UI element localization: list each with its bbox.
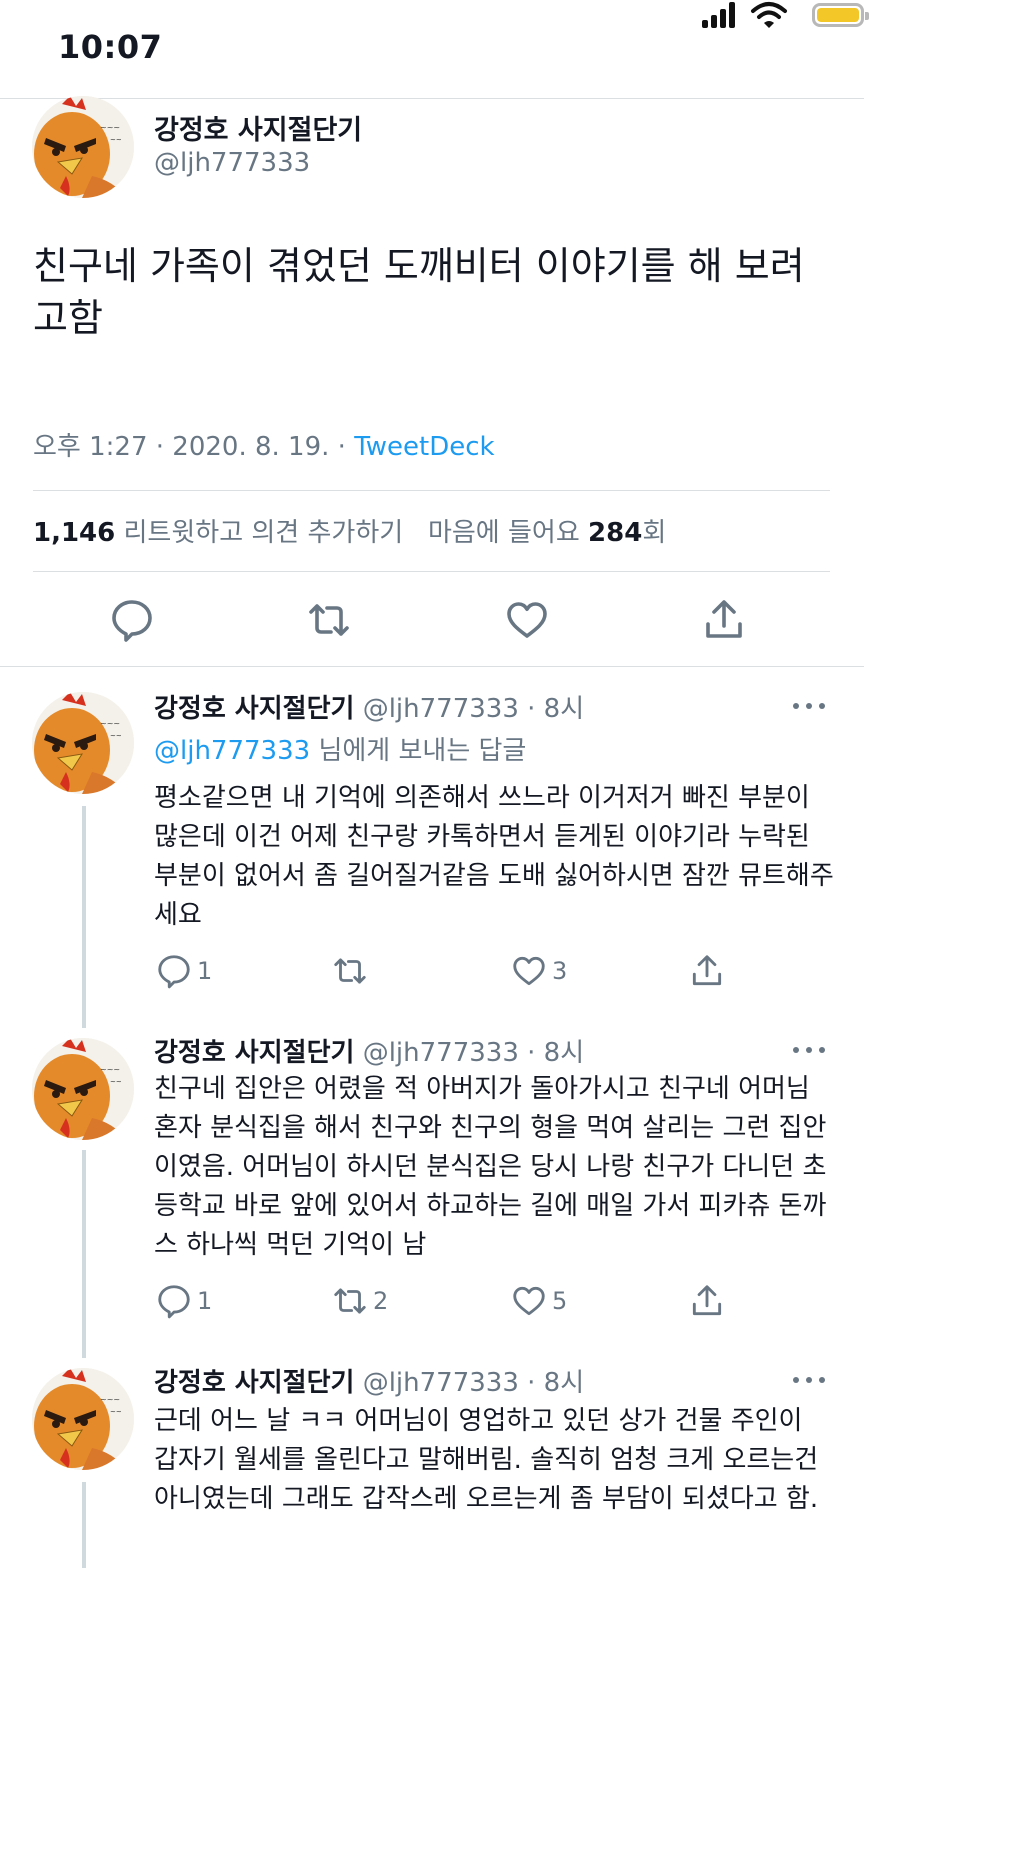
reply-icon[interactable] (155, 952, 193, 990)
retweet-action[interactable] (331, 951, 373, 991)
reply-header: 강정호 사지절단기 @ljh777333 · 8시 (154, 688, 584, 725)
like-icon[interactable] (510, 952, 548, 990)
like-count: 3 (552, 957, 568, 985)
reply-time[interactable]: 8시 (544, 1368, 584, 1398)
like-count: 5 (552, 1287, 568, 1315)
reply-display-name[interactable]: 강정호 사지절단기 (154, 1368, 354, 1398)
replying-to-handle[interactable]: @ljh777333 (154, 736, 310, 766)
like-action[interactable]: 5 (510, 1281, 567, 1321)
reply-icon[interactable] (155, 1282, 193, 1320)
reply-handle[interactable]: @ljh777333 (363, 1368, 519, 1398)
signal-icon (702, 2, 738, 28)
retweet-count: 2 (373, 1287, 389, 1315)
status-bar: 10:07 (0, 0, 869, 99)
battery-icon (812, 3, 869, 27)
likes-count[interactable]: 284 (588, 518, 642, 548)
separator: · (518, 1368, 544, 1398)
tweet-time: 오후 1:27 · 2020. 8. 19. · (33, 432, 355, 462)
more-icon[interactable] (792, 702, 826, 710)
share-icon[interactable] (688, 1282, 726, 1320)
avatar[interactable] (32, 96, 134, 198)
more-icon[interactable] (792, 1046, 826, 1054)
likes-suffix[interactable]: 회 (642, 518, 666, 548)
reply-action[interactable]: 1 (155, 1281, 212, 1321)
reply-time[interactable]: 8시 (544, 1038, 584, 1068)
reply-icon[interactable] (108, 596, 156, 644)
tweet-client-link[interactable]: TweetDeck (354, 432, 494, 462)
tweet-meta: 오후 1:27 · 2020. 8. 19. · TweetDeck (33, 426, 495, 463)
reply-handle[interactable]: @ljh777333 (363, 694, 519, 724)
reply-display-name[interactable]: 강정호 사지절단기 (154, 1038, 354, 1068)
share-icon[interactable] (700, 596, 748, 644)
share-icon[interactable] (688, 952, 726, 990)
divider (33, 490, 830, 491)
separator: · (518, 1038, 544, 1068)
like-icon[interactable] (510, 1282, 548, 1320)
wifi-icon (751, 2, 787, 28)
main-tweet-text: 친구네 가족이 겪었던 도깨비터 이야기를 해 보려고함 (33, 244, 805, 340)
reply-handle[interactable]: @ljh777333 (363, 1038, 519, 1068)
main-handle[interactable]: @ljh777333 (154, 148, 310, 178)
reply-text: 친구네 집안은 어렸을 적 아버지가 돌아가시고 친구네 어머님 혼자 분식집을… (154, 1074, 827, 1260)
avatar[interactable] (32, 1368, 134, 1470)
status-time: 10:07 (58, 28, 163, 66)
retweet-icon[interactable] (305, 596, 353, 644)
divider (0, 666, 864, 667)
main-display-name[interactable]: 강정호 사지절단기 (154, 108, 362, 147)
retweet-icon[interactable] (331, 1282, 369, 1320)
retweet-action[interactable]: 2 (331, 1281, 388, 1321)
reply-count: 1 (197, 1287, 213, 1315)
reply-display-name[interactable]: 강정호 사지절단기 (154, 694, 354, 724)
thread-line (82, 806, 86, 1028)
reply-header: 강정호 사지절단기 @ljh777333 · 8시 (154, 1032, 584, 1069)
retweet-icon[interactable] (331, 952, 369, 990)
reply-text: 평소같으면 내 기억에 의존해서 쓰느라 이거저거 빠진 부분이 많은데 이건 … (154, 783, 834, 930)
reply-action[interactable]: 1 (155, 951, 212, 991)
reply-count: 1 (197, 957, 213, 985)
like-icon[interactable] (503, 596, 551, 644)
retweet-count[interactable]: 1,146 (33, 518, 115, 548)
separator: · (518, 694, 544, 724)
thread-line (82, 1482, 86, 1568)
thread-line (82, 1150, 86, 1358)
more-icon[interactable] (792, 1376, 826, 1384)
likes-prefix[interactable]: 마음에 들어요 (428, 518, 588, 548)
reply-header: 강정호 사지절단기 @ljh777333 · 8시 (154, 1362, 584, 1399)
reply-text: 근데 어느 날 ㅋㅋ 어머님이 영업하고 있던 상가 건물 주인이 갑자기 월세… (154, 1406, 819, 1514)
reply-time[interactable]: 8시 (544, 694, 584, 724)
divider (33, 571, 830, 572)
retweet-label[interactable]: 리트윗하고 의견 추가하기 (124, 518, 404, 548)
tweet-stats: 1,146 리트윗하고 의견 추가하기 마음에 들어요 284회 (33, 512, 666, 549)
replying-to: @ljh777333 님에게 보내는 답글 (154, 730, 526, 767)
share-action[interactable] (688, 951, 726, 991)
avatar[interactable] (32, 692, 134, 794)
avatar[interactable] (32, 1038, 134, 1140)
like-action[interactable]: 3 (510, 951, 567, 991)
share-action[interactable] (688, 1281, 726, 1321)
replying-to-suffix: 님에게 보내는 답글 (310, 736, 527, 766)
